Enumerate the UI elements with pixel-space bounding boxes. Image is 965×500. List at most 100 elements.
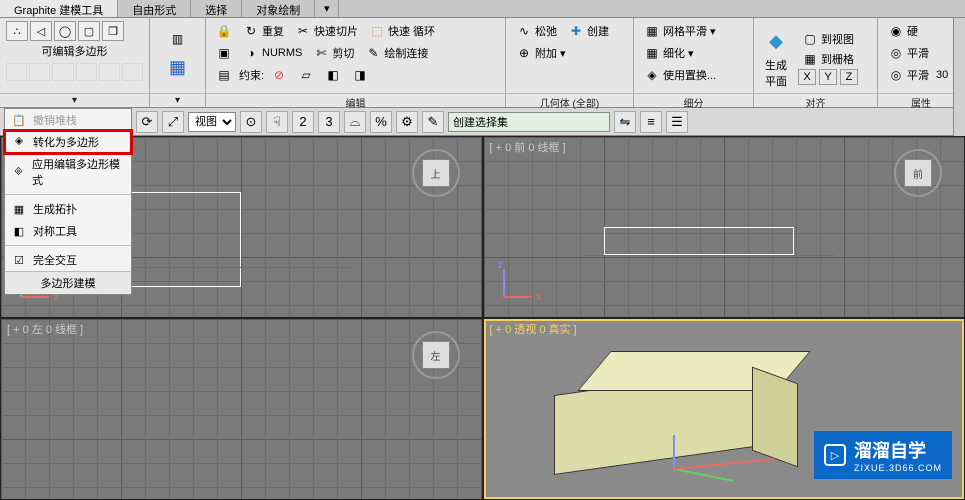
- poly-mod-4[interactable]: [76, 63, 97, 81]
- tb-scale[interactable]: ⤢: [162, 111, 184, 133]
- cut-button[interactable]: ✄剪切: [309, 43, 358, 63]
- tb-pctsnap[interactable]: %: [370, 111, 392, 133]
- axis-line-top: [131, 267, 351, 268]
- vp-front-label[interactable]: [ + 0 前 0 线框 ]: [490, 139, 566, 155]
- main-toolbar: ↶ ↷ ⛓ ▭ ✥ ⟳ ⤢ 视图 ⊙ ☟ 2 3 ⌓ % ⚙ ✎ ⇋ ≡ ☰: [0, 108, 965, 136]
- nurms-button[interactable]: ◑NURMS: [239, 43, 306, 63]
- dd-generate-topology[interactable]: ▦生成拓扑: [5, 198, 131, 220]
- relax-button[interactable]: ∿松弛: [512, 21, 561, 41]
- panel-prop-label[interactable]: 属性: [878, 93, 964, 107]
- hard-button[interactable]: ◉硬: [884, 21, 922, 41]
- quickloop-button[interactable]: ⬚快速 循环: [365, 21, 439, 41]
- create-button[interactable]: ✚创建: [564, 21, 613, 41]
- align-view-button[interactable]: ▢到视图: [798, 29, 858, 49]
- genplane-b: 平面: [765, 76, 787, 88]
- viewport-perspective[interactable]: [ + 0 透视 0 真实 ] ▷ 溜溜自学 ZIXUE.3D66.COM: [484, 319, 965, 499]
- dd-convert-to-poly[interactable]: 🞛转化为多边形: [5, 131, 131, 153]
- genplane-a: 生成: [765, 60, 787, 72]
- tab-graphite[interactable]: Graphite 建模工具: [0, 0, 118, 17]
- panel-subdiv-label[interactable]: 细分: [634, 93, 753, 107]
- tb-rotate[interactable]: ⟳: [136, 111, 158, 133]
- preserve-uv-button[interactable]: 🔒: [212, 21, 236, 41]
- vp-left-label[interactable]: [ + 0 左 0 线框 ]: [7, 321, 83, 337]
- smooth-button[interactable]: ◎平滑: [884, 43, 933, 63]
- tb-center[interactable]: ⊙: [240, 111, 262, 133]
- poly-mod-6[interactable]: [122, 63, 143, 81]
- watermark-url: ZIXUE.3D66.COM: [854, 463, 942, 473]
- usedisplace-button[interactable]: ◈使用置换...: [640, 65, 720, 85]
- repeat-button[interactable]: ↻重复: [239, 21, 288, 41]
- dd-apply-editpoly[interactable]: 🞜应用编辑多边形模式: [5, 153, 131, 191]
- panel-edit-label[interactable]: 编辑: [206, 93, 505, 107]
- tab-overflow[interactable]: ▾: [315, 0, 339, 17]
- dd-symmetry-tools[interactable]: ◧对称工具: [5, 220, 131, 242]
- meshsmooth-button[interactable]: ▦网格平滑▾: [640, 21, 720, 41]
- attach-button[interactable]: ⊕附加▾: [512, 43, 570, 63]
- axis-line-front: [584, 255, 834, 256]
- panel-poly-caption: 可编辑多边形: [6, 43, 143, 59]
- viewport-grid: [ + 0 顶 0 线框 ] 上 y x [ + 0 前 0 线框 ] 前 z …: [0, 136, 965, 500]
- subobj-border[interactable]: ◯: [54, 21, 76, 41]
- play-icon: ▷: [824, 444, 846, 466]
- subobj-element[interactable]: ❒: [102, 21, 124, 41]
- subobj-polygon[interactable]: ▢: [78, 21, 100, 41]
- constraint-normal[interactable]: ◨: [348, 65, 372, 85]
- subobj-vertex[interactable]: ∴: [6, 21, 28, 41]
- tb-align[interactable]: ≡: [640, 111, 662, 133]
- viewport-left[interactable]: [ + 0 左 0 线框 ] 左: [1, 319, 482, 499]
- tweak-button[interactable]: ▣: [212, 43, 236, 63]
- tb-snap2d[interactable]: 2: [292, 111, 314, 133]
- tb-spinner[interactable]: ⚙: [396, 111, 418, 133]
- poly-mod-5[interactable]: [99, 63, 120, 81]
- poly-mod-3[interactable]: [52, 63, 73, 81]
- command-panel-collapsed[interactable]: [953, 18, 965, 136]
- dd-footer[interactable]: 多边形建模: [5, 271, 131, 294]
- tab-freeform[interactable]: 自由形式: [118, 0, 191, 17]
- tb-edit-named[interactable]: ✎: [422, 111, 444, 133]
- tb-refcoord[interactable]: 视图: [188, 112, 236, 132]
- object-rect-front[interactable]: [604, 227, 794, 255]
- ribbon-tabstrip: Graphite 建模工具 自由形式 选择 对象绘制 ▾: [0, 0, 965, 18]
- polygon-modeling-dropdown: 📋撤销堆栈 🞛转化为多边形 🞜应用编辑多边形模式 ▦生成拓扑 ◧对称工具 ☑完全…: [4, 108, 132, 295]
- panel-geom-label[interactable]: 几何体 (全部): [506, 93, 633, 107]
- tb-snap3d[interactable]: 3: [318, 111, 340, 133]
- panel-stack-dropdown[interactable]: ▾: [150, 93, 205, 107]
- subobj-edge[interactable]: ◁: [30, 21, 52, 41]
- quickslice-button[interactable]: ✂快速切片: [291, 21, 362, 41]
- align-x[interactable]: X: [798, 69, 816, 85]
- viewcube-top[interactable]: 上: [410, 147, 462, 199]
- poly-mod-1[interactable]: [6, 63, 27, 81]
- panel-poly-dropdown[interactable]: ▾: [0, 93, 149, 107]
- viewcube-front[interactable]: 前: [892, 147, 944, 199]
- align-grid-button[interactable]: ▦到栅格: [798, 49, 858, 69]
- subdivide-button[interactable]: ▦细化▾: [640, 43, 698, 63]
- tb-anglesnap[interactable]: ⌓: [344, 111, 366, 133]
- constraint-face[interactable]: ◧: [321, 65, 345, 85]
- smooth2-button[interactable]: ◎平滑: [884, 65, 933, 85]
- paintconnect-button[interactable]: ✎绘制连接: [361, 43, 432, 63]
- tb-layers[interactable]: ☰: [666, 111, 688, 133]
- viewcube-left[interactable]: 左: [410, 329, 462, 381]
- tb-selection-set[interactable]: [448, 112, 610, 132]
- vp-persp-label[interactable]: [ + 0 透视 0 真实 ]: [490, 321, 577, 337]
- tb-mirror[interactable]: ⇋: [614, 111, 636, 133]
- smooth-value: 30: [936, 69, 948, 81]
- stack-icon-2[interactable]: ▦: [162, 51, 194, 83]
- tab-objectpaint[interactable]: 对象绘制: [242, 0, 315, 17]
- poly-mod-2[interactable]: [29, 63, 50, 81]
- constraint-none[interactable]: ⊘: [267, 65, 291, 85]
- collapse-button[interactable]: ▤: [212, 65, 236, 85]
- align-y[interactable]: Y: [819, 69, 837, 85]
- panel-align-label[interactable]: 对齐: [754, 93, 877, 107]
- viewport-front[interactable]: [ + 0 前 0 线框 ] 前 z x: [484, 137, 965, 317]
- stack-icon-1[interactable]: ▥: [170, 31, 186, 47]
- dd-undo-stack: 📋撤销堆栈: [5, 109, 131, 131]
- tab-select[interactable]: 选择: [191, 0, 242, 17]
- constraint-label: 约束:: [239, 67, 264, 83]
- tb-manip[interactable]: ☟: [266, 111, 288, 133]
- dd-full-interactivity[interactable]: ☑完全交互: [5, 249, 131, 271]
- subobject-row: ∴ ◁ ◯ ▢ ❒: [6, 21, 143, 41]
- constraint-edge[interactable]: ▱: [294, 65, 318, 85]
- align-z[interactable]: Z: [840, 69, 858, 85]
- make-planar-icon[interactable]: ◆: [760, 25, 792, 57]
